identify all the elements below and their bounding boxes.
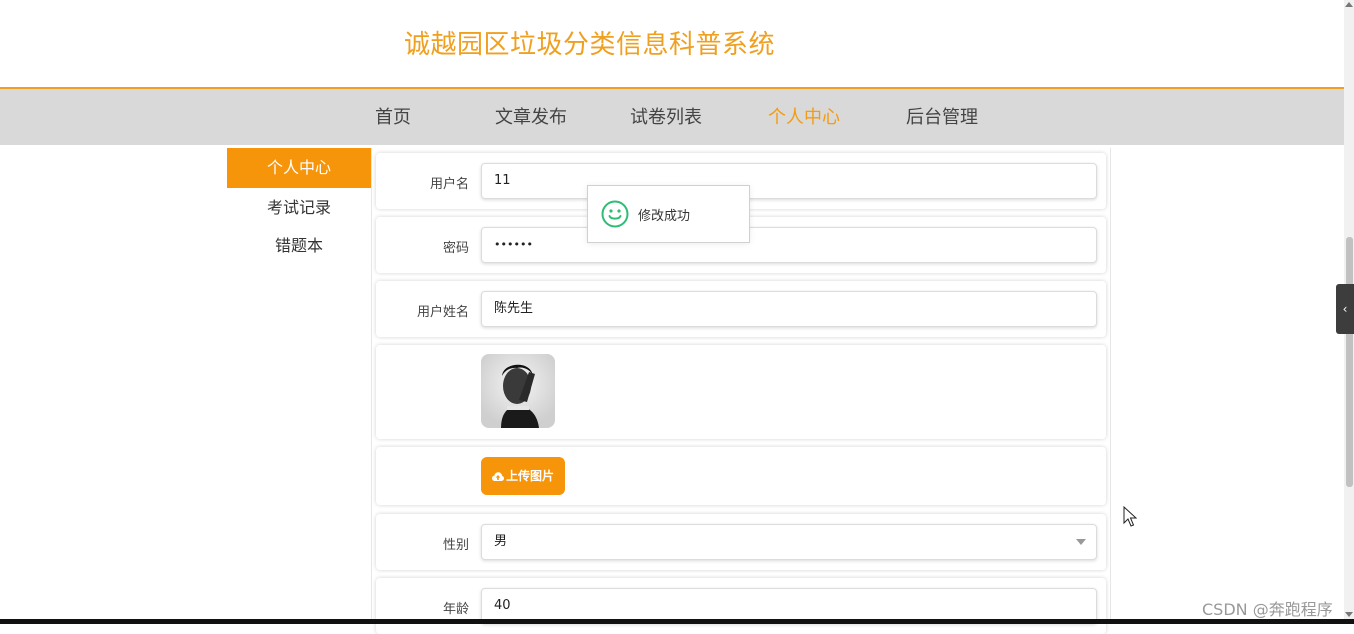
form-row-fullname: 用户姓名 陈先生 [376,281,1106,337]
chevron-left-icon: ‹ [1342,302,1348,316]
gender-label: 性别 [442,538,469,553]
nav-item-exam-list[interactable]: 试卷列表 [630,103,702,129]
password-input[interactable]: •••••• [481,227,1097,263]
form-row-avatar [376,345,1106,439]
upload-image-button[interactable]: 上传图片 [481,457,565,495]
cloud-upload-icon [491,472,504,481]
fullname-label: 用户姓名 [416,305,469,320]
sidebar-item-exam-records[interactable]: 考试记录 [227,188,371,228]
sidebar-item-wrong-questions[interactable]: 错题本 [227,228,371,266]
watermark: CSDN @奔跑程序 [1202,600,1333,619]
upload-button-label: 上传图片 [505,469,554,483]
sidebar: 个人中心 考试记录 错题本 [227,148,371,624]
mouse-cursor-icon [1123,506,1137,527]
username-input[interactable]: 11 [481,163,1097,199]
scroll-up-icon[interactable] [1345,2,1353,7]
header: 诚越园区垃圾分类信息科普系统 [0,0,1344,87]
fullname-input[interactable]: 陈先生 [481,291,1097,327]
nav-item-home[interactable]: 首页 [375,103,411,129]
collapse-panel-button[interactable]: ‹ [1336,284,1354,334]
nav-item-personal-center[interactable]: 个人中心 [768,103,840,129]
scrollbar-thumb[interactable] [1346,237,1353,487]
toast-message: 修改成功 [638,209,691,224]
form-row-upload: 上传图片 [376,447,1106,505]
bottom-bar [0,619,1354,624]
scroll-down-icon[interactable] [1345,612,1353,617]
gender-select-value: 男 [494,534,508,549]
sidebar-item-personal-center[interactable]: 个人中心 [227,148,371,188]
form-row-gender: 性别 男 [376,514,1106,570]
main-nav: 首页 文章发布 试卷列表 个人中心 后台管理 [0,87,1344,145]
avatar-photo [481,354,555,428]
form-row-age: 年龄 40 [376,578,1106,634]
nav-item-admin[interactable]: 后台管理 [906,103,978,129]
password-label: 密码 [442,241,469,256]
site-title: 诚越园区垃圾分类信息科普系统 [404,30,776,60]
nav-item-article-publish[interactable]: 文章发布 [495,103,567,129]
age-label: 年龄 [442,602,469,617]
gender-select[interactable]: 男 [481,524,1097,560]
success-toast: 修改成功 [587,185,750,243]
chevron-down-icon [1076,539,1086,545]
username-label: 用户名 [429,177,469,192]
smile-icon [601,200,629,228]
